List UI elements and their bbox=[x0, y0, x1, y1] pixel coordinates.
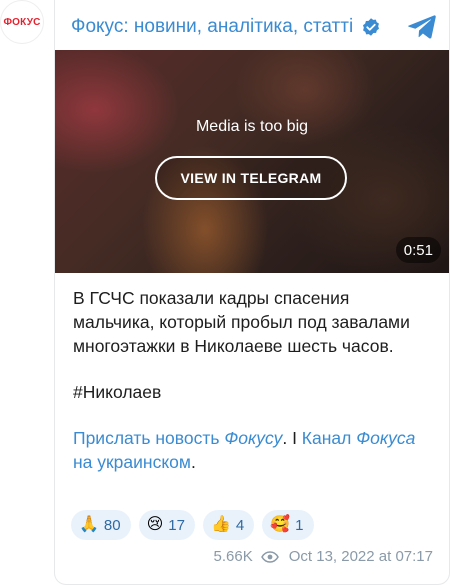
reaction-love[interactable]: 🥰 1 bbox=[262, 510, 314, 540]
crying-face-icon: 😢 bbox=[146, 516, 164, 533]
message-meta: 5.66K Oct 13, 2022 at 07:17 bbox=[214, 548, 433, 565]
reaction-count: 17 bbox=[168, 516, 185, 534]
message-body: В ГСЧС показали кадры спасения мальчика,… bbox=[73, 286, 433, 474]
links-separator: . І bbox=[282, 428, 302, 448]
links-end: . bbox=[190, 452, 196, 472]
reaction-count: 4 bbox=[235, 516, 245, 534]
reaction-pray[interactable]: 🙏 80 bbox=[71, 510, 131, 540]
reaction-count: 1 bbox=[295, 516, 304, 534]
view-in-telegram-button[interactable]: VIEW IN TELEGRAM bbox=[155, 156, 347, 200]
channel-avatar[interactable]: ФОКУС bbox=[0, 0, 44, 44]
message-card: Фокус: новини, аналітика, статті Media i… bbox=[54, 0, 450, 585]
pray-emoji-icon: 🙏 bbox=[79, 516, 99, 533]
video-duration-badge: 0:51 bbox=[395, 237, 441, 263]
hashtag-link[interactable]: #Николаев bbox=[73, 380, 433, 404]
reaction-thumbs-up[interactable]: 👍 4 bbox=[202, 510, 255, 540]
view-count: 5.66K bbox=[213, 548, 253, 565]
reaction-count: 80 bbox=[103, 516, 121, 534]
post-date-link[interactable]: Oct 13, 2022 at 07:17 bbox=[289, 548, 433, 565]
thumbs-up-icon: 👍 bbox=[210, 516, 231, 533]
submit-news-link[interactable]: Прислать новость Фокусу bbox=[73, 428, 282, 448]
reaction-cry[interactable]: 😢 17 bbox=[138, 510, 195, 540]
message-text: В ГСЧС показали кадры спасения мальчика,… bbox=[73, 288, 410, 356]
message-header: Фокус: новини, аналітика, статті bbox=[71, 12, 437, 42]
channel-title-link[interactable]: Фокус: новини, аналітика, статті bbox=[71, 16, 353, 38]
media-too-big-notice: Media is too big bbox=[195, 118, 309, 135]
avatar-text: ФОКУС bbox=[3, 16, 41, 28]
reactions-bar: 🙏 80 😢 17 👍 4 🥰 1 bbox=[71, 510, 314, 540]
video-preview[interactable]: Media is too big VIEW IN TELEGRAM 0:51 bbox=[55, 50, 449, 273]
message-links: Прислать новость Фокусу. І Канал Фокуса … bbox=[73, 426, 433, 474]
telegram-logo-icon[interactable] bbox=[407, 13, 437, 41]
eye-icon bbox=[260, 550, 279, 563]
verified-badge-icon bbox=[363, 18, 380, 36]
smiling-hearts-icon: 🥰 bbox=[270, 516, 291, 533]
